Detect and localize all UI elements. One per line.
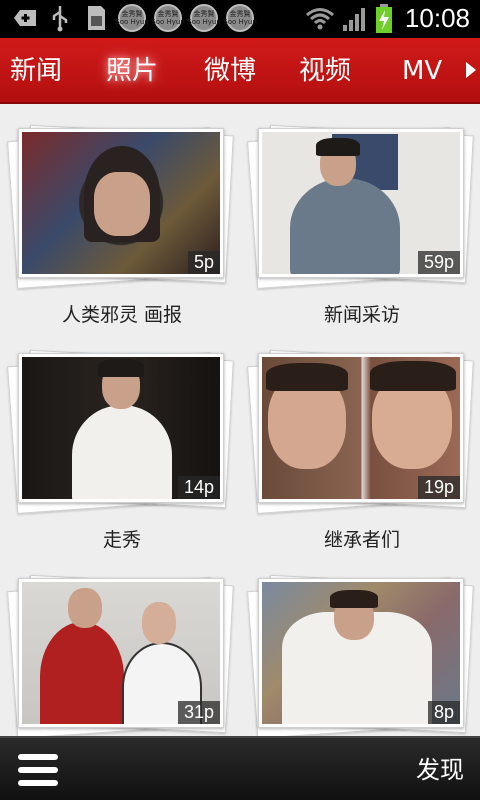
album-card[interactable]: 14p 走秀 bbox=[7, 349, 234, 551]
tab-mv[interactable]: MV bbox=[402, 38, 442, 104]
album-title: 继承者们 bbox=[323, 529, 400, 551]
album-grid: 5p 人类邪灵 画报 59p 新闻采访 14p 走秀 19p 继承者们 31p … bbox=[0, 104, 480, 736]
signal-icon bbox=[342, 7, 365, 31]
status-bar: 金秀賢 Soo Hyun 金秀賢 Soo Hyun 金秀賢 Soo Hyun 金… bbox=[0, 0, 480, 38]
photo-count-badge: 14p bbox=[177, 476, 220, 499]
album-cover-image: 19p bbox=[262, 357, 460, 499]
tab-news[interactable]: 新闻 bbox=[10, 38, 62, 104]
photo-stack: 14p bbox=[7, 349, 234, 514]
app-notification-icon: 金秀賢 Soo Hyun bbox=[115, 4, 149, 32]
photo-count-badge: 31p bbox=[177, 701, 220, 724]
notification-icons: 金秀賢 Soo Hyun 金秀賢 Soo Hyun 金秀賢 Soo Hyun 金… bbox=[10, 4, 257, 32]
photo-count-badge: 8p bbox=[427, 701, 460, 724]
sdcard-icon bbox=[82, 4, 110, 32]
album-card[interactable]: 19p 继承者们 bbox=[247, 349, 474, 551]
photo-stack: 19p bbox=[247, 349, 474, 514]
tab-weibo[interactable]: 微博 bbox=[204, 38, 256, 104]
usb-icon bbox=[46, 4, 74, 32]
album-cover-image: 59p bbox=[262, 132, 460, 274]
photo-stack: 8p bbox=[247, 574, 474, 736]
photo-count-badge: 5p bbox=[187, 251, 220, 274]
photo-stack: 5p bbox=[7, 124, 234, 289]
photo-stack: 59p bbox=[247, 124, 474, 289]
album-title: 新闻采访 bbox=[323, 304, 400, 326]
add-icon bbox=[10, 4, 38, 32]
menu-icon[interactable] bbox=[18, 752, 58, 788]
app-notification-icon: 金秀賢 Soo Hyun bbox=[151, 4, 185, 32]
discover-button[interactable]: 发现 bbox=[416, 738, 464, 800]
album-card[interactable]: 8p bbox=[247, 574, 474, 736]
tab-photos[interactable]: 照片 bbox=[106, 38, 158, 104]
album-card[interactable]: 31p bbox=[7, 574, 234, 736]
album-cover-image: 31p bbox=[22, 582, 220, 724]
photo-stack: 31p bbox=[7, 574, 234, 736]
album-cover-image: 5p bbox=[22, 132, 220, 274]
album-cover-image: 8p bbox=[262, 582, 460, 724]
album-card[interactable]: 5p 人类邪灵 画报 bbox=[7, 124, 234, 326]
wifi-icon bbox=[305, 7, 334, 29]
battery-charging-icon bbox=[375, 3, 392, 33]
clock: 10:08 bbox=[404, 3, 470, 33]
system-icons: 10:08 bbox=[305, 3, 470, 34]
photo-count-badge: 59p bbox=[417, 251, 460, 274]
category-tab-bar: 新闻 照片 微博 视频 MV bbox=[0, 38, 480, 104]
photo-count-badge: 19p bbox=[417, 476, 460, 499]
album-title: 人类邪灵 画报 bbox=[61, 304, 183, 326]
scroll-right-arrow-icon[interactable] bbox=[466, 62, 476, 78]
app-notification-icon: 金秀賢 Soo Hyun bbox=[223, 4, 257, 32]
album-card[interactable]: 59p 新闻采访 bbox=[247, 124, 474, 326]
album-cover-image: 14p bbox=[22, 357, 220, 499]
app-notification-icon: 金秀賢 Soo Hyun bbox=[187, 4, 221, 32]
album-title: 走秀 bbox=[102, 529, 141, 551]
bottom-bar: 发现 bbox=[0, 736, 480, 800]
tab-videos[interactable]: 视频 bbox=[299, 38, 351, 104]
